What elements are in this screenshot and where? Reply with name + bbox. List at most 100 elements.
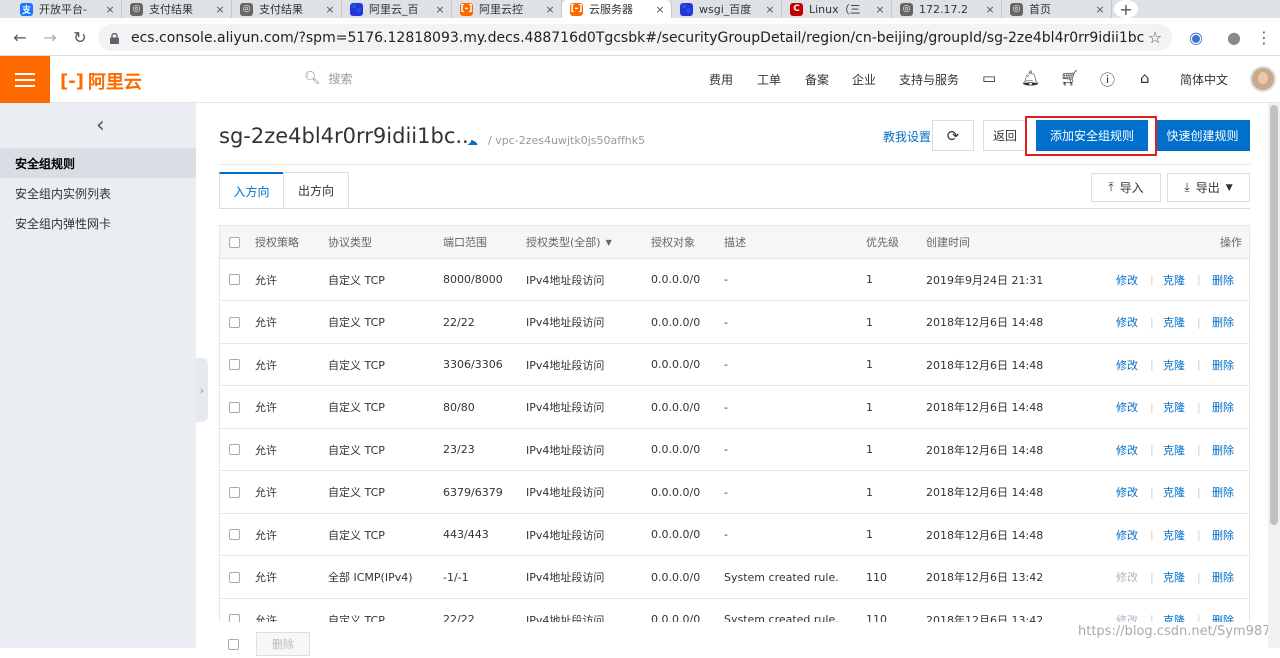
- row-checkbox[interactable]: [229, 514, 240, 555]
- clone-link[interactable]: 克隆: [1163, 429, 1185, 470]
- nav-link-enterprise[interactable]: 企业: [852, 71, 876, 88]
- cell-policy: 允许: [255, 316, 277, 329]
- tab-close-icon[interactable]: ×: [873, 3, 887, 16]
- row-checkbox[interactable]: [229, 429, 240, 470]
- cell-protocol: 自定义 TCP: [328, 486, 385, 499]
- browser-tab[interactable]: ◎ 首页 ×: [1002, 0, 1112, 18]
- sidebar-item-security-rules[interactable]: 安全组规则: [0, 148, 196, 178]
- row-checkbox[interactable]: [229, 259, 240, 300]
- edit-link[interactable]: 修改: [1116, 514, 1138, 555]
- tab-outbound[interactable]: 出方向: [283, 172, 349, 209]
- delete-link[interactable]: 删除: [1212, 429, 1234, 470]
- row-checkbox[interactable]: [229, 344, 240, 385]
- edit-link[interactable]: 修改: [1116, 259, 1138, 300]
- select-all-checkbox[interactable]: [229, 226, 240, 258]
- delete-link[interactable]: 删除: [1212, 557, 1234, 598]
- edit-link[interactable]: 修改: [1116, 557, 1138, 598]
- back-arrow-icon[interactable]: ←: [10, 27, 30, 47]
- edit-link[interactable]: 修改: [1116, 429, 1138, 470]
- clone-link[interactable]: 克隆: [1163, 387, 1185, 428]
- clone-link[interactable]: 克隆: [1163, 557, 1185, 598]
- tab-close-icon[interactable]: ×: [543, 3, 557, 16]
- tab-close-icon[interactable]: ×: [653, 3, 667, 16]
- tab-close-icon[interactable]: ×: [433, 3, 447, 16]
- tab-inbound[interactable]: 入方向: [219, 172, 284, 209]
- bell-icon[interactable]: 🔔︎: [1021, 69, 1040, 87]
- clone-link[interactable]: 克隆: [1163, 514, 1185, 555]
- clone-link[interactable]: 克隆: [1163, 344, 1185, 385]
- delete-link[interactable]: 删除: [1212, 259, 1234, 300]
- scrollbar-thumb[interactable]: [1270, 105, 1278, 525]
- tab-close-icon[interactable]: ×: [213, 3, 227, 16]
- chevron-left-icon[interactable]: ‹: [96, 113, 105, 138]
- delete-link[interactable]: 删除: [1212, 344, 1234, 385]
- browser-tab-strip: 支开放平台- × ◎ 支付结果 × ◎ 支付结果 × 🐾 阿里云_百 × [-] 阿里云控 × [-] 云服务…: [0, 0, 1280, 18]
- new-tab-plus-icon[interactable]: +: [1114, 0, 1138, 18]
- delete-link[interactable]: 删除: [1212, 514, 1234, 555]
- nav-link-tickets[interactable]: 工单: [757, 71, 781, 88]
- refresh-button[interactable]: ⟳: [932, 120, 974, 151]
- help-icon[interactable]: ⓘ: [1100, 69, 1115, 90]
- edit-link[interactable]: 修改: [1116, 302, 1138, 343]
- tab-close-icon[interactable]: ×: [323, 3, 337, 16]
- reload-icon[interactable]: ↻: [70, 27, 90, 47]
- nav-link-icp[interactable]: 备案: [805, 71, 829, 88]
- browser-tab[interactable]: ◎ 支付结果 ×: [232, 0, 342, 18]
- export-button[interactable]: ⤓ 导出 ▼: [1167, 173, 1250, 202]
- browser-tab[interactable]: 支开放平台- ×: [12, 0, 122, 18]
- browser-tab[interactable]: ◎ 172.17.2 ×: [892, 0, 1002, 18]
- menu-kebab-icon[interactable]: ⋮: [1254, 27, 1274, 47]
- aliyun-logo-mark-icon: [-]: [60, 70, 84, 92]
- tab-close-icon[interactable]: ×: [1093, 3, 1107, 16]
- home-icon[interactable]: ⌂: [1140, 69, 1150, 87]
- delete-link[interactable]: 删除: [1212, 387, 1234, 428]
- cart-icon[interactable]: 🛒︎: [1060, 69, 1079, 87]
- col-auth-type[interactable]: 授权类型(全部) ▼: [526, 226, 612, 258]
- delete-link[interactable]: 删除: [1212, 472, 1234, 513]
- row-checkbox[interactable]: [229, 387, 240, 428]
- menu-hamburger-icon[interactable]: [0, 56, 50, 103]
- teach-me-link[interactable]: 教我设置: [883, 128, 931, 145]
- language-switch[interactable]: 简体中文: [1180, 71, 1228, 88]
- browser-tab[interactable]: ◎ 支付结果 ×: [122, 0, 232, 18]
- browser-tab[interactable]: 🐾 wsgi_百度 ×: [672, 0, 782, 18]
- delete-link[interactable]: 删除: [1212, 302, 1234, 343]
- tab-close-icon[interactable]: ×: [103, 3, 117, 16]
- terminal-icon[interactable]: ▭: [982, 69, 996, 87]
- sidebar-item-instances[interactable]: 安全组内实例列表: [0, 178, 196, 208]
- edit-link[interactable]: 修改: [1116, 387, 1138, 428]
- extension-icon[interactable]: ◉: [1186, 27, 1206, 47]
- tab-close-icon[interactable]: ×: [763, 3, 777, 16]
- footer-select-all-checkbox[interactable]: [228, 630, 239, 658]
- avatar[interactable]: [1250, 66, 1276, 92]
- row-checkbox[interactable]: [229, 472, 240, 513]
- quick-rule-button[interactable]: 快速创建规则: [1155, 120, 1250, 151]
- clone-link[interactable]: 克隆: [1163, 259, 1185, 300]
- edit-link[interactable]: 修改: [1116, 344, 1138, 385]
- search-box[interactable]: 🔍︎ 搜索: [304, 70, 353, 87]
- aliyun-logo[interactable]: [-] 阿里云: [60, 68, 142, 94]
- nav-link-support[interactable]: 支持与服务: [899, 71, 959, 88]
- tab-close-icon[interactable]: ×: [983, 3, 997, 16]
- clone-link[interactable]: 克隆: [1163, 472, 1185, 513]
- profile-icon[interactable]: ●: [1224, 27, 1244, 47]
- browser-tab[interactable]: [-] 云服务器 ×: [562, 0, 672, 18]
- return-button[interactable]: 返回: [983, 120, 1027, 151]
- sidebar-collapse-handle[interactable]: ›: [196, 358, 208, 422]
- sidebar-item-eni[interactable]: 安全组内弹性网卡: [0, 208, 196, 238]
- batch-delete-button[interactable]: 删除: [256, 632, 310, 656]
- forward-arrow-icon[interactable]: →: [40, 27, 60, 47]
- scrollbar[interactable]: [1268, 103, 1280, 648]
- edit-link[interactable]: 修改: [1116, 472, 1138, 513]
- browser-tab[interactable]: C Linux（三 ×: [782, 0, 892, 18]
- browser-tab[interactable]: 🐾 阿里云_百 ×: [342, 0, 452, 18]
- tab-favicon-icon: ◎: [130, 2, 143, 16]
- browser-tab[interactable]: [-] 阿里云控 ×: [452, 0, 562, 18]
- row-checkbox[interactable]: [229, 302, 240, 343]
- nav-link-billing[interactable]: 费用: [709, 71, 733, 88]
- import-button[interactable]: ⤒ 导入: [1091, 173, 1161, 202]
- bookmark-star-icon[interactable]: ☆: [1144, 28, 1166, 47]
- clone-link[interactable]: 克隆: [1163, 302, 1185, 343]
- url-field[interactable]: ecs.console.aliyun.com/?spm=5176.1281809…: [98, 24, 1172, 51]
- row-checkbox[interactable]: [229, 557, 240, 598]
